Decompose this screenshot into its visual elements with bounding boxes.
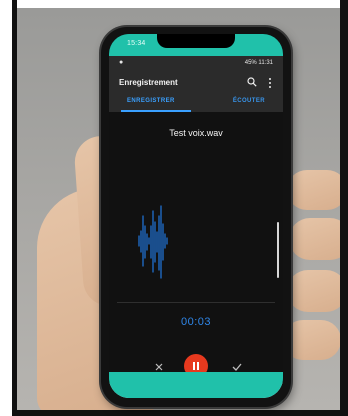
- hand-finger: [283, 320, 340, 360]
- frame-border-right: [340, 0, 348, 416]
- android-status-bar: ● 45% 11:31: [109, 56, 283, 72]
- recording-timer: 00:03: [180, 316, 212, 328]
- notch: [157, 34, 235, 48]
- app-bar: Enregistrement: [109, 72, 283, 94]
- search-icon[interactable]: [247, 77, 257, 87]
- tab-bar: ENREGISTRER ÉCOUTER: [109, 94, 283, 112]
- status-right: 45% 11:31: [244, 60, 273, 66]
- scrollbar[interactable]: [277, 222, 279, 278]
- pause-icon: [197, 362, 199, 370]
- outer-bottom-strip: [109, 372, 283, 398]
- hand-finger: [287, 270, 340, 312]
- timeline-divider: [117, 302, 275, 303]
- phone-screen: 15:34 ● 45% 11:31 Enregistrement ENREGIS…: [109, 34, 283, 398]
- tab-ecouter[interactable]: ÉCOUTER: [233, 98, 265, 104]
- outer-time: 15:34: [127, 40, 146, 47]
- hand-finger: [289, 218, 340, 260]
- tab-enregistrer[interactable]: ENREGISTRER: [127, 98, 175, 104]
- app-title: Enregistrement: [119, 78, 178, 87]
- recording-file-name: Test voix.wav: [169, 128, 223, 138]
- hand-finger: [287, 170, 340, 210]
- smartphone: 15:34 ● 45% 11:31 Enregistrement ENREGIS…: [101, 27, 291, 407]
- recording-panel: Test voix.wav 00:03: [109, 112, 283, 354]
- audio-waveform: [138, 205, 168, 279]
- pause-icon: [193, 362, 195, 370]
- more-vertical-icon[interactable]: [267, 76, 273, 90]
- status-left: ●: [119, 59, 124, 66]
